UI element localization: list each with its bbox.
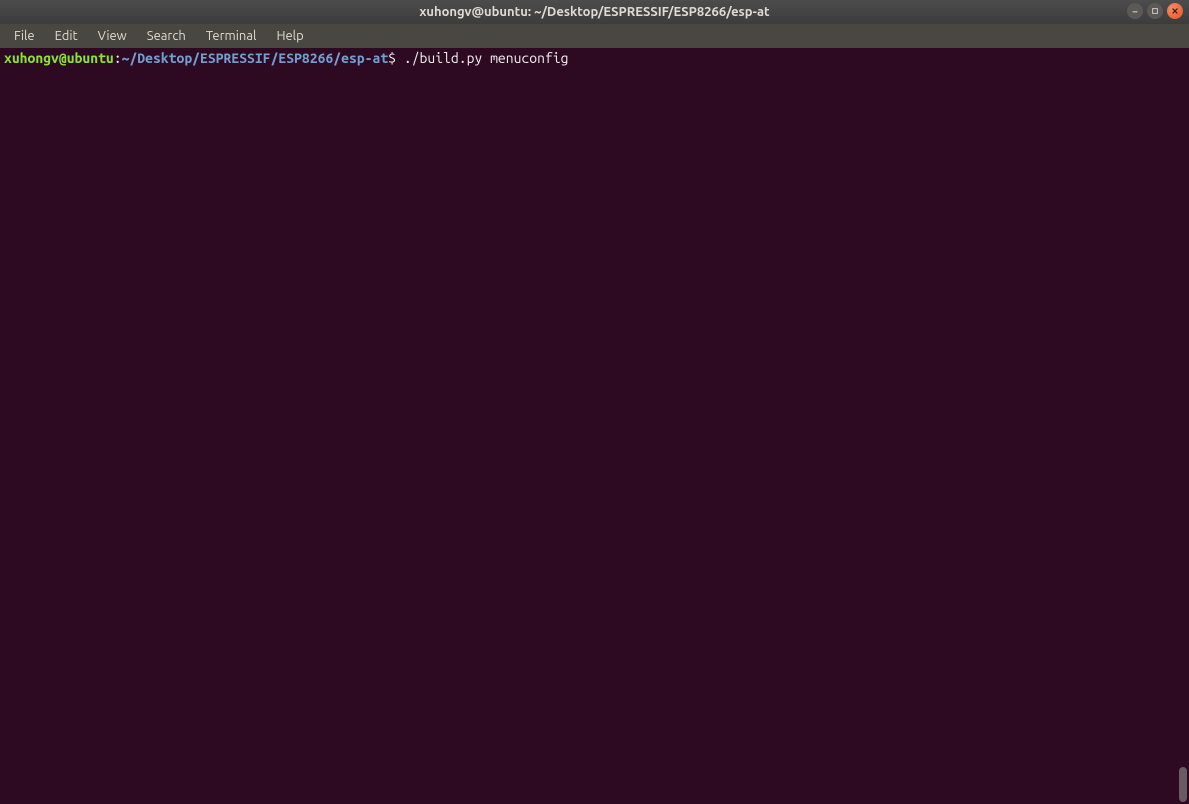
maximize-icon bbox=[1151, 7, 1159, 15]
prompt-command: ./build.py menuconfig bbox=[396, 50, 568, 66]
window-controls bbox=[1127, 3, 1183, 19]
prompt-user-host: xuhongv@ubuntu bbox=[4, 50, 114, 66]
menubar: File Edit View Search Terminal Help bbox=[0, 24, 1189, 48]
menu-search[interactable]: Search bbox=[137, 26, 196, 46]
minimize-icon bbox=[1131, 7, 1139, 15]
menu-help[interactable]: Help bbox=[266, 26, 313, 46]
prompt-dollar: $ bbox=[388, 50, 396, 66]
scrollbar-track[interactable] bbox=[1177, 48, 1189, 804]
prompt-path: ~/Desktop/ESPRESSIF/ESP8266/esp-at bbox=[122, 50, 389, 66]
window-title: xuhongv@ubuntu: ~/Desktop/ESPRESSIF/ESP8… bbox=[419, 5, 769, 19]
menu-file[interactable]: File bbox=[4, 26, 45, 46]
prompt-colon: : bbox=[114, 50, 122, 66]
close-icon bbox=[1171, 7, 1179, 15]
menu-terminal[interactable]: Terminal bbox=[196, 26, 267, 46]
close-button[interactable] bbox=[1167, 3, 1183, 19]
maximize-button[interactable] bbox=[1147, 3, 1163, 19]
menu-edit[interactable]: Edit bbox=[45, 26, 88, 46]
scrollbar-thumb[interactable] bbox=[1179, 767, 1187, 802]
menu-view[interactable]: View bbox=[88, 26, 137, 46]
titlebar[interactable]: xuhongv@ubuntu: ~/Desktop/ESPRESSIF/ESP8… bbox=[0, 0, 1189, 24]
minimize-button[interactable] bbox=[1127, 3, 1143, 19]
prompt-line: xuhongv@ubuntu:~/Desktop/ESPRESSIF/ESP82… bbox=[4, 50, 1185, 67]
terminal-area[interactable]: xuhongv@ubuntu:~/Desktop/ESPRESSIF/ESP82… bbox=[0, 48, 1189, 804]
